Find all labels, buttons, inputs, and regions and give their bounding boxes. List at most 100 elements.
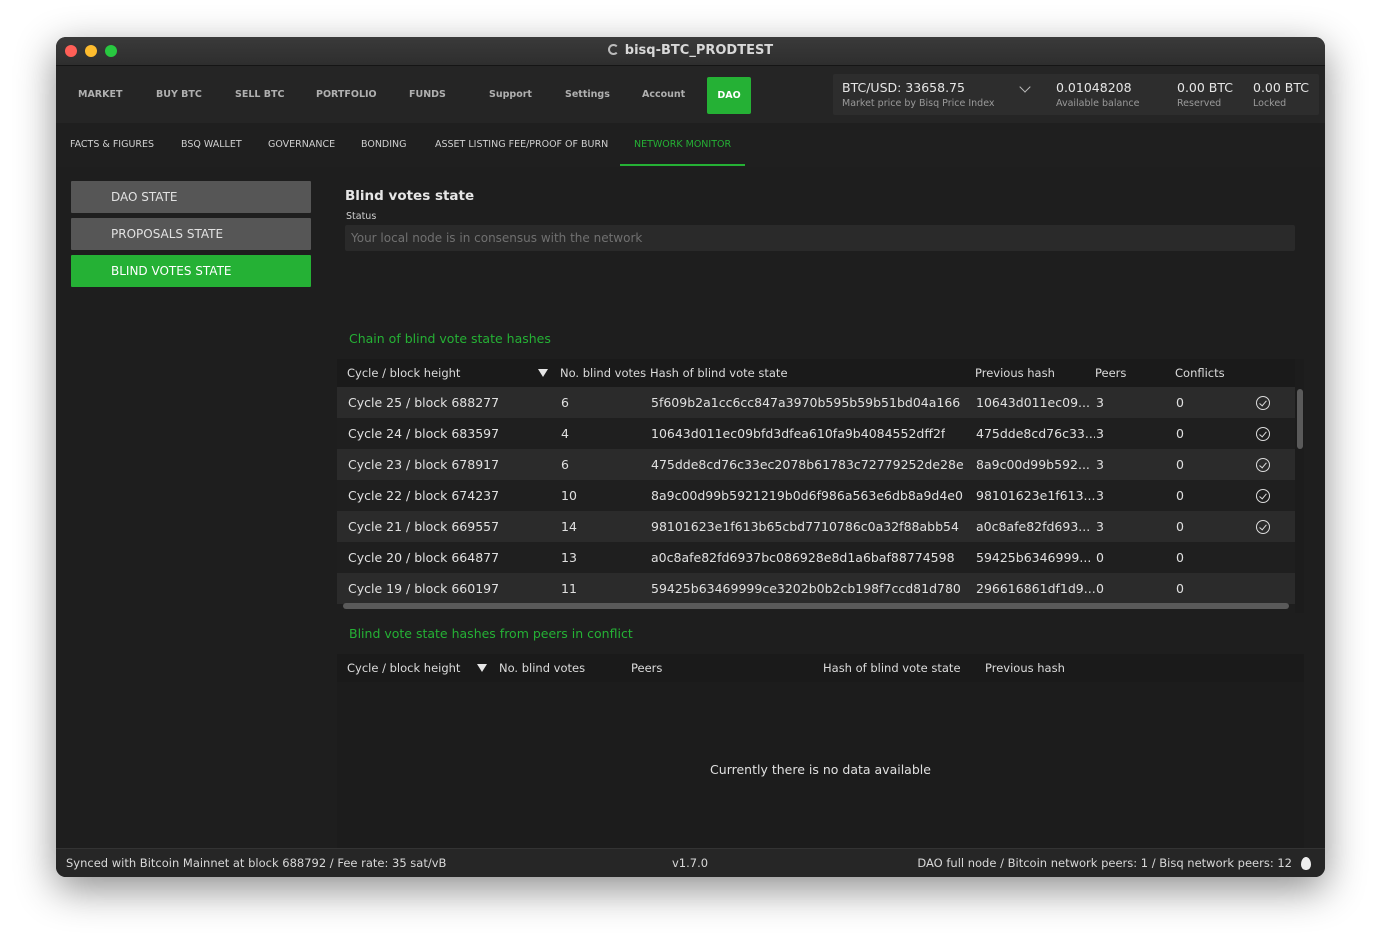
sort-descending-icon[interactable] <box>477 664 487 672</box>
column-header-previous-hash[interactable]: Previous hash <box>985 654 1065 682</box>
balance-panel: BTC/USD: 33658.75 Market price by Bisq P… <box>833 74 1319 115</box>
cell-peers: 3 <box>1096 426 1104 441</box>
market-price-value: BTC/USD: 33658.75 <box>842 80 965 95</box>
cell-blind-votes: 13 <box>561 550 577 565</box>
dao-sub-navigation: FACTS & FIGURES BSQ WALLET GOVERNANCE BO… <box>56 123 1325 167</box>
cell-previous-hash: 8a9c00d99b592... <box>976 457 1090 472</box>
nav-funds[interactable]: FUNDS <box>409 66 446 123</box>
cell-cycle: Cycle 23 / block 678917 <box>348 457 500 472</box>
page-title: Blind votes state <box>345 188 475 204</box>
table-row[interactable]: Cycle 23 / block 678917 6 475dde8cd76c33… <box>337 449 1304 480</box>
tab-bsq-wallet[interactable]: BSQ WALLET <box>181 123 242 167</box>
app-window: bisq-BTC_PRODTEST MARKET BUY BTC SELL BT… <box>56 37 1325 877</box>
sidebar-item-proposals-state[interactable]: PROPOSALS STATE <box>71 218 311 250</box>
nav-buy-btc[interactable]: BUY BTC <box>156 66 202 123</box>
nav-portfolio[interactable]: PORTFOLIO <box>316 66 377 123</box>
nav-account[interactable]: Account <box>642 66 685 123</box>
table-row[interactable]: Cycle 21 / block 669557 14 98101623e1f61… <box>337 511 1304 542</box>
chain-table: Cycle / block height No. blind votes Has… <box>337 359 1304 613</box>
sidebar-item-blind-votes-state[interactable]: BLIND VOTES STATE <box>71 255 311 287</box>
horizontal-scrollbar[interactable] <box>343 603 1289 609</box>
column-header-hash[interactable]: Hash of blind vote state <box>823 654 961 682</box>
locked-balance-value: 0.00 BTC <box>1253 80 1310 95</box>
table-row[interactable]: Cycle 20 / block 664877 13 a0c8afe82fd69… <box>337 542 1304 573</box>
status-field: Your local node is in consensus with the… <box>345 225 1295 251</box>
check-circle-icon <box>1256 458 1270 472</box>
tab-governance[interactable]: GOVERNANCE <box>268 123 335 167</box>
column-header-cycle[interactable]: Cycle / block height <box>347 654 460 682</box>
reserved-balance-value: 0.00 BTC <box>1177 80 1234 95</box>
table-row[interactable]: Cycle 19 / block 660197 11 59425b6346999… <box>337 573 1304 604</box>
cell-previous-hash: a0c8afe82fd693... <box>976 519 1091 534</box>
title-bar: bisq-BTC_PRODTEST <box>56 37 1325 66</box>
tab-network-monitor[interactable]: NETWORK MONITOR <box>620 123 746 166</box>
cell-conflicts: 0 <box>1176 395 1184 410</box>
chevron-down-icon[interactable] <box>1019 81 1031 93</box>
column-header-hash[interactable]: Hash of blind vote state <box>650 359 788 387</box>
cell-hash: 59425b63469999ce3202b0b2cb198f7ccd81d780 <box>651 581 961 596</box>
cell-previous-hash: 296616861df1d9... <box>976 581 1095 596</box>
column-header-blind-votes[interactable]: No. blind votes <box>560 359 646 387</box>
empty-table-message: Currently there is no data available <box>710 762 931 777</box>
tab-bonding[interactable]: BONDING <box>361 123 407 167</box>
nav-support[interactable]: Support <box>489 66 532 123</box>
sort-descending-icon[interactable] <box>538 369 548 377</box>
status-label: Status <box>346 211 377 222</box>
cell-hash: 10643d011ec09bfd3dfea610fa9b4084552dff2f <box>651 426 946 441</box>
vertical-scrollbar-thumb[interactable] <box>1297 389 1303 449</box>
conflict-table-header: Cycle / block height No. blind votes Pee… <box>337 654 1304 682</box>
column-header-peers[interactable]: Peers <box>631 654 662 682</box>
tab-facts-figures[interactable]: FACTS & FIGURES <box>70 123 154 167</box>
reserved-balance-label: Reserved <box>1177 98 1222 109</box>
nav-market[interactable]: MARKET <box>78 66 122 123</box>
nav-dao[interactable]: DAO <box>707 77 751 114</box>
conflict-table-body: Currently there is no data available <box>337 682 1304 858</box>
conflict-table: Cycle / block height No. blind votes Pee… <box>337 654 1304 682</box>
cell-cycle: Cycle 21 / block 669557 <box>348 519 500 534</box>
nav-settings[interactable]: Settings <box>565 66 610 123</box>
column-header-peers[interactable]: Peers <box>1095 359 1126 387</box>
check-circle-icon <box>1256 427 1270 441</box>
cell-hash: 98101623e1f613b65cbd7710786c0a32f88abb54 <box>651 519 959 534</box>
status-bar: Synced with Bitcoin Mainnet at block 688… <box>56 848 1325 877</box>
check-circle-icon <box>1256 396 1270 410</box>
column-header-conflicts[interactable]: Conflicts <box>1175 359 1225 387</box>
app-version: v1.7.0 <box>672 856 709 870</box>
cell-hash: 475dde8cd76c33ec2078b61783c72779252de28e <box>651 457 964 472</box>
cell-hash: a0c8afe82fd6937bc086928e8d1a6baf88774598 <box>651 550 955 565</box>
column-header-blind-votes[interactable]: No. blind votes <box>499 654 585 682</box>
tor-network-icon <box>1301 857 1311 870</box>
cell-conflicts: 0 <box>1176 426 1184 441</box>
cell-blind-votes: 14 <box>561 519 577 534</box>
cell-peers: 3 <box>1096 395 1104 410</box>
network-status[interactable]: DAO full node / Bitcoin network peers: 1… <box>917 849 1292 877</box>
cell-cycle: Cycle 24 / block 683597 <box>348 426 500 441</box>
cell-conflicts: 0 <box>1176 457 1184 472</box>
cell-conflicts: 0 <box>1176 519 1184 534</box>
top-navigation: MARKET BUY BTC SELL BTC PORTFOLIO FUNDS … <box>56 66 1325 123</box>
sync-status: Synced with Bitcoin Mainnet at block 688… <box>66 856 447 870</box>
cell-hash: 8a9c00d99b5921219b0d6f986a563e6db8a9d4e0 <box>651 488 963 503</box>
cell-previous-hash: 10643d011ec09... <box>976 395 1090 410</box>
vertical-scrollbar[interactable] <box>1295 359 1304 613</box>
cell-hash: 5f609b2a1cc6cc847a3970b595b59b51bd04a166 <box>651 395 961 410</box>
cell-cycle: Cycle 20 / block 664877 <box>348 550 500 565</box>
cell-peers: 0 <box>1096 550 1104 565</box>
table-row[interactable]: Cycle 25 / block 688277 6 5f609b2a1cc6cc… <box>337 387 1304 418</box>
cell-blind-votes: 10 <box>561 488 577 503</box>
column-header-cycle[interactable]: Cycle / block height <box>347 359 460 387</box>
cell-blind-votes: 4 <box>561 426 569 441</box>
cell-conflicts: 0 <box>1176 550 1184 565</box>
table-row[interactable]: Cycle 24 / block 683597 4 10643d011ec09b… <box>337 418 1304 449</box>
column-header-previous-hash[interactable]: Previous hash <box>975 359 1055 387</box>
nav-sell-btc[interactable]: SELL BTC <box>235 66 284 123</box>
cell-cycle: Cycle 19 / block 660197 <box>348 581 500 596</box>
sidebar-item-dao-state[interactable]: DAO STATE <box>71 181 311 213</box>
table-row[interactable]: Cycle 22 / block 674237 10 8a9c00d99b592… <box>337 480 1304 511</box>
window-title: bisq-BTC_PRODTEST <box>56 43 1325 58</box>
tab-asset-listing-fee[interactable]: ASSET LISTING FEE/PROOF OF BURN <box>435 123 608 167</box>
cell-conflicts: 0 <box>1176 581 1184 596</box>
cell-peers: 3 <box>1096 457 1104 472</box>
cell-blind-votes: 6 <box>561 457 569 472</box>
bisq-app-icon <box>607 44 619 55</box>
